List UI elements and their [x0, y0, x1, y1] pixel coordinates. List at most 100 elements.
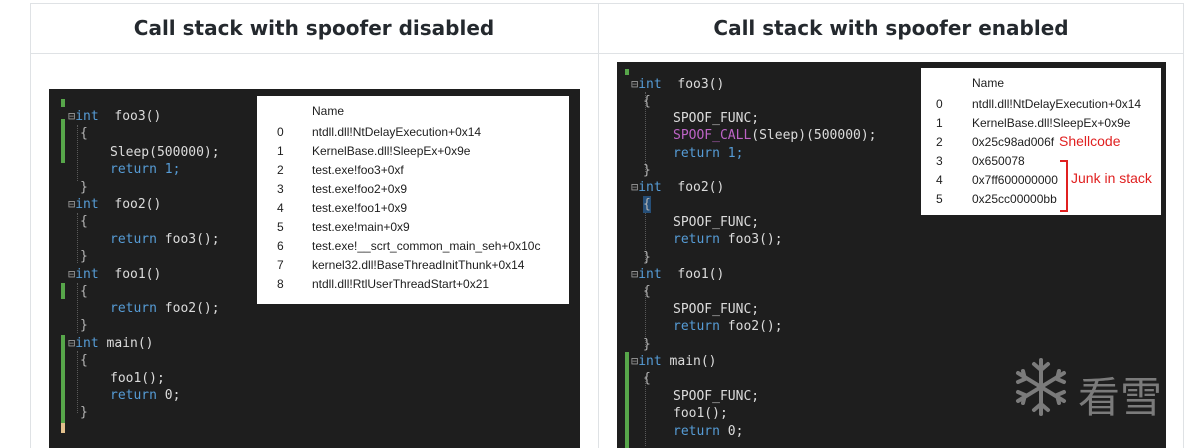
code-line: }: [80, 318, 88, 333]
code-line-spoof-func: SPOOF_FUNC;: [673, 389, 760, 404]
junk-annotation: Junk in stack: [1071, 170, 1152, 186]
frame-index: 4: [277, 201, 284, 215]
indent-guide: [77, 125, 78, 181]
change-bar: [61, 283, 65, 299]
watermark: 看雪: [1010, 356, 1162, 426]
junk-bracket: [1060, 160, 1068, 212]
call-stack-name-header: Name: [312, 104, 345, 118]
frame-name: test.exe!foo1+0x9: [312, 201, 408, 215]
call-stack-row[interactable]: 4 test.exe!foo1+0x9: [257, 199, 569, 218]
code-line: {: [80, 284, 88, 299]
frame-index: 5: [277, 220, 284, 234]
code-line-foo1-signature: ⊟int foo1(): [631, 267, 725, 282]
code-line: }: [80, 180, 88, 195]
frame-name: KernelBase.dll!SleepEx+0x9e: [312, 144, 471, 158]
code-line-spoof-func: SPOOF_FUNC;: [673, 215, 760, 230]
frame-name: test.exe!__scrt_common_main_seh+0x10c: [312, 239, 541, 253]
code-line: }: [80, 249, 88, 264]
code-line: }: [643, 163, 651, 178]
code-line: }: [643, 250, 651, 265]
code-line-selected-brace: {: [643, 196, 651, 213]
change-bar: [625, 69, 629, 75]
frame-index: 0: [277, 125, 284, 139]
code-line-spoof-call: SPOOF_CALL(Sleep)(500000);: [673, 128, 877, 143]
frame-index: 1: [277, 144, 284, 158]
frame-name: kernel32.dll!BaseThreadInitThunk+0x14: [312, 258, 525, 272]
code-line-main-signature: ⊟int main(): [68, 336, 154, 351]
call-stack-row[interactable]: 5 test.exe!main+0x9: [257, 218, 569, 237]
call-stack-row[interactable]: 3 test.exe!foo2+0x9: [257, 180, 569, 199]
code-line: {: [80, 126, 88, 141]
call-stack-panel-enabled: Name 0 ntdll.dll!NtDelayExecution+0x14 1 Ke…: [921, 68, 1161, 215]
frame-index: 6: [277, 239, 284, 253]
change-bar: [61, 99, 65, 107]
header-spoofer-disabled: Call stack with spoofer disabled: [133, 16, 495, 40]
code-line-foo3-signature: ⊟int foo3(): [68, 109, 162, 124]
header-spoofer-enabled: Call stack with spoofer enabled: [713, 16, 1069, 40]
frame-index: 2: [936, 135, 943, 149]
code-line-return1: return 1;: [673, 146, 744, 161]
code-line-foo1-call: foo1();: [673, 406, 728, 421]
watermark-text: 看雪: [1078, 373, 1163, 422]
change-bar: [61, 335, 65, 425]
frame-name: 0x25cc00000bb: [972, 192, 1057, 206]
snowflake-icon: [1016, 358, 1066, 416]
code-line-spoof-func: SPOOF_FUNC;: [673, 111, 760, 126]
frame-name: ntdll.dll!RtlUserThreadStart+0x21: [312, 277, 490, 291]
call-stack-row[interactable]: 0 ntdll.dll!NtDelayExecution+0x14: [257, 123, 569, 142]
call-stack-row[interactable]: 2 0x25c98ad006f: [921, 133, 1161, 152]
column-divider: [598, 3, 599, 448]
table-header-row: Call stack with spoofer disabled Call st…: [30, 3, 1184, 54]
frame-index: 3: [277, 182, 284, 196]
code-line-return0: return 0;: [673, 424, 744, 439]
change-bar: [625, 352, 629, 448]
code-line-foo1-signature: ⊟int foo1(): [68, 267, 162, 282]
frame-name: 0x650078: [972, 154, 1025, 168]
call-stack-row[interactable]: 1 KernelBase.dll!SleepEx+0x9e: [257, 142, 569, 161]
code-line: {: [643, 284, 651, 299]
frame-name: ntdll.dll!NtDelayExecution+0x14: [312, 125, 482, 139]
code-line-foo3-signature: ⊟int foo3(): [631, 77, 725, 92]
call-stack-name-header: Name: [972, 76, 1005, 90]
code-line-return1: return 1;: [110, 162, 181, 177]
frame-name: test.exe!foo2+0x9: [312, 182, 408, 196]
code-line-return-foo2: return foo2();: [110, 301, 220, 316]
code-line: }: [643, 337, 651, 352]
code-line-foo1-call: foo1();: [110, 371, 165, 386]
frame-index: 5: [936, 192, 943, 206]
frame-name: test.exe!main+0x9: [312, 220, 410, 234]
frame-index: 2: [277, 163, 284, 177]
change-bar: [61, 119, 65, 163]
code-line-foo2-signature: ⊟int foo2(): [68, 197, 162, 212]
frame-index: 3: [936, 154, 943, 168]
code-line-return-foo3: return foo3();: [110, 232, 220, 247]
code-line-main-signature: ⊟int main(): [631, 354, 717, 369]
call-stack-row[interactable]: 8 ntdll.dll!RtlUserThreadStart+0x21: [257, 275, 569, 294]
call-stack-row[interactable]: 3 0x650078: [921, 152, 1161, 171]
call-stack-row[interactable]: 0 ntdll.dll!NtDelayExecution+0x14: [921, 95, 1161, 114]
shellcode-annotation: Shellcode: [1059, 133, 1121, 149]
code-line-sleep: Sleep(500000);: [110, 145, 220, 160]
code-line-foo2-signature: ⊟int foo2(): [631, 180, 725, 195]
frame-name: ntdll.dll!NtDelayExecution+0x14: [972, 97, 1142, 111]
code-line-spoof-func: SPOOF_FUNC;: [673, 302, 760, 317]
frame-name: 0x25c98ad006f: [972, 135, 1055, 149]
code-line: {: [643, 371, 651, 386]
code-line-return-foo2: return foo2();: [673, 319, 783, 334]
code-line-return0: return 0;: [110, 388, 181, 403]
frame-name: KernelBase.dll!SleepEx+0x9e: [972, 116, 1131, 130]
call-stack-row[interactable]: 7 kernel32.dll!BaseThreadInitThunk+0x14: [257, 256, 569, 275]
frame-index: 1: [936, 116, 943, 130]
frame-index: 4: [936, 173, 943, 187]
call-stack-row[interactable]: 5 0x25cc00000bb: [921, 190, 1161, 209]
call-stack-row[interactable]: 6 test.exe!__scrt_common_main_seh+0x10c: [257, 237, 569, 256]
frame-index: 8: [277, 277, 284, 291]
frame-name: test.exe!foo3+0xf: [312, 163, 404, 177]
indent-guide: [77, 283, 78, 333]
call-stack-row[interactable]: 1 KernelBase.dll!SleepEx+0x9e: [921, 114, 1161, 133]
code-line: {: [80, 214, 88, 229]
code-line: {: [80, 353, 88, 368]
code-line-return-foo3: return foo3();: [673, 232, 783, 247]
call-stack-row[interactable]: 2 test.exe!foo3+0xf: [257, 161, 569, 180]
frame-index: 7: [277, 258, 284, 272]
